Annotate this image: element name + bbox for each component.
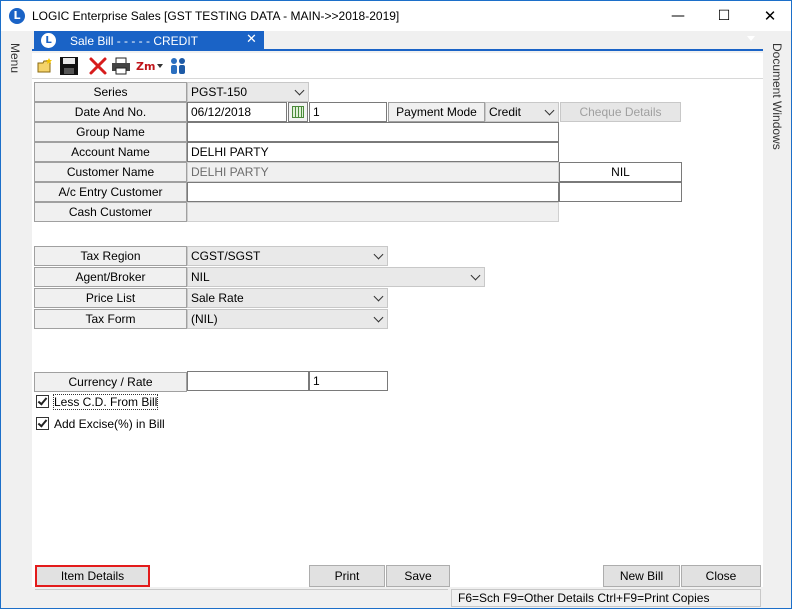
close-button[interactable]: Close	[681, 565, 761, 587]
series-label: Series	[34, 82, 187, 102]
cash-customer-label: Cash Customer	[34, 202, 187, 222]
shortcut-hint: F6=Sch F9=Other Details Ctrl+F9=Print Co…	[451, 589, 761, 607]
print-icon[interactable]	[111, 56, 131, 76]
tax-form-value: (NIL)	[191, 312, 218, 326]
add-excise-label: Add Excise(%) in Bill	[54, 417, 165, 431]
cash-customer-field	[187, 202, 559, 222]
svg-text:Zm: Zm	[136, 60, 155, 73]
less-cd-checkbox-box[interactable]	[36, 395, 49, 408]
side-menu-label[interactable]: Menu	[8, 43, 22, 73]
tax-form-label: Tax Form	[34, 309, 187, 329]
tab-list-dropdown-icon[interactable]	[747, 36, 755, 41]
payment-mode-select[interactable]: Credit	[485, 102, 559, 122]
rate-field[interactable]: 1	[309, 371, 388, 391]
item-details-button[interactable]: Item Details	[35, 565, 150, 587]
date-field[interactable]: 06/12/2018	[187, 102, 287, 122]
new-folder-icon[interactable]	[36, 56, 56, 76]
chevron-down-icon	[373, 312, 384, 323]
customer-extra-field[interactable]: NIL	[559, 162, 682, 182]
tab-sale-bill-label: Sale Bill - - - - - CREDIT	[70, 34, 199, 48]
chevron-down-icon	[470, 270, 481, 281]
toolbar: Zm	[32, 53, 763, 79]
save-icon[interactable]	[59, 56, 79, 76]
window-title: LOGIC Enterprise Sales [GST TESTING DATA…	[32, 9, 400, 23]
side-menu-panel[interactable]: Menu	[1, 31, 32, 608]
tab-sale-bill[interactable]: L Sale Bill - - - - - CREDIT ✕	[34, 31, 264, 51]
calendar-button[interactable]	[288, 102, 308, 122]
close-window-button[interactable]: ✕	[747, 1, 791, 31]
maximize-button[interactable]: ☐	[701, 1, 747, 31]
chevron-down-icon	[373, 291, 384, 302]
calendar-icon	[292, 106, 304, 118]
payment-mode-label: Payment Mode	[388, 102, 485, 122]
price-list-label: Price List	[34, 288, 187, 308]
zoom-icon[interactable]: Zm	[135, 56, 165, 76]
save-button[interactable]: Save	[386, 565, 450, 587]
chevron-down-icon	[544, 105, 555, 116]
agent-broker-select[interactable]: NIL	[187, 267, 485, 287]
less-cd-checkbox[interactable]: Less C.D. From Bill	[36, 394, 176, 410]
price-list-value: Sale Rate	[191, 291, 244, 305]
add-excise-checkbox-box[interactable]	[36, 417, 49, 430]
less-cd-label: Less C.D. From Bill	[52, 394, 159, 410]
bill-number-field[interactable]: 1	[309, 102, 387, 122]
group-name-label: Group Name	[34, 122, 187, 142]
price-list-select[interactable]: Sale Rate	[187, 288, 388, 308]
agent-broker-label: Agent/Broker	[34, 267, 187, 287]
app-logo-icon: L	[9, 8, 25, 24]
cheque-details-button[interactable]: Cheque Details	[560, 102, 681, 122]
payment-mode-value: Credit	[489, 105, 522, 119]
chevron-down-icon	[373, 249, 384, 260]
currency-field[interactable]	[187, 371, 309, 391]
date-and-no-label: Date And No.	[34, 102, 187, 122]
document-windows-panel[interactable]: Document Windows	[763, 31, 791, 608]
agent-broker-value: NIL	[191, 270, 210, 284]
group-name-field[interactable]	[187, 122, 559, 142]
add-excise-checkbox[interactable]: Add Excise(%) in Bill	[36, 416, 196, 432]
status-bar: F6=Sch F9=Other Details Ctrl+F9=Print Co…	[32, 587, 763, 608]
app-window: L LOGIC Enterprise Sales [GST TESTING DA…	[0, 0, 792, 609]
series-value: PGST-150	[191, 85, 248, 99]
chevron-down-icon	[294, 85, 305, 96]
ac-entry-extra-field[interactable]	[559, 182, 682, 202]
tax-region-label: Tax Region	[34, 246, 187, 266]
print-button[interactable]: Print	[309, 565, 385, 587]
account-name-field[interactable]: DELHI PARTY	[187, 142, 559, 162]
account-name-label: Account Name	[34, 142, 187, 162]
tab-logo-icon: L	[41, 33, 56, 48]
document-windows-label[interactable]: Document Windows	[770, 43, 784, 150]
title-bar: L LOGIC Enterprise Sales [GST TESTING DA…	[1, 1, 791, 31]
tax-form-select[interactable]: (NIL)	[187, 309, 388, 329]
document-tab-bar: L Sale Bill - - - - - CREDIT ✕	[32, 31, 763, 51]
tax-region-select[interactable]: CGST/SGST	[187, 246, 388, 266]
users-icon[interactable]	[168, 56, 188, 76]
checkmark-icon	[37, 417, 48, 428]
minimize-button[interactable]: —	[655, 1, 701, 31]
customer-name-field: DELHI PARTY	[187, 162, 559, 182]
tab-close-icon[interactable]: ✕	[246, 32, 257, 47]
series-select[interactable]: PGST-150	[187, 82, 309, 102]
ac-entry-customer-field[interactable]	[187, 182, 559, 202]
checkmark-icon	[37, 395, 48, 406]
sale-bill-form: Series PGST-150 Date And No. 06/12/2018 …	[32, 79, 763, 587]
new-bill-button[interactable]: New Bill	[603, 565, 680, 587]
tax-region-value: CGST/SGST	[191, 249, 261, 263]
delete-icon[interactable]	[88, 56, 108, 76]
currency-rate-label: Currency / Rate	[34, 372, 187, 392]
customer-name-label: Customer Name	[34, 162, 187, 182]
status-left-panel	[35, 589, 448, 607]
ac-entry-customer-label: A/c Entry Customer	[34, 182, 187, 202]
